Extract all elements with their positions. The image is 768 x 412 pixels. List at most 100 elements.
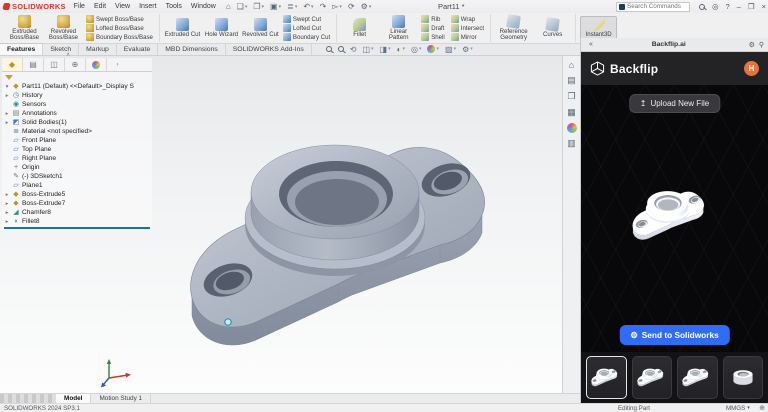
view-palette-icon[interactable]: ▦ <box>567 107 576 118</box>
tree-item-boss-extrude7[interactable]: ▸◆Boss-Extrude7 <box>2 199 152 208</box>
undo-icon[interactable]: ↶▾ <box>303 2 313 11</box>
mirror-button[interactable]: Mirror <box>449 33 486 41</box>
close-button[interactable]: × <box>762 2 766 11</box>
swept-boss-base-button[interactable]: Swept Boss/Base <box>84 15 155 23</box>
fillet-button[interactable]: Fillet <box>341 17 378 39</box>
dimxpertmanager-tab[interactable]: ⊕ <box>65 58 86 71</box>
select-icon[interactable]: ▻▾ <box>332 2 342 11</box>
avatar[interactable]: H <box>744 61 759 76</box>
search-commands-box[interactable] <box>616 2 690 12</box>
view-settings-icon[interactable]: ⚙▾ <box>462 45 473 54</box>
lofted-boss-base-button[interactable]: Lofted Boss/Base <box>84 24 155 32</box>
tags-icon[interactable]: ⊕ <box>759 404 765 412</box>
tab-features[interactable]: Features <box>0 43 43 55</box>
tab-mbd-dimensions[interactable]: MBD Dimensions <box>158 43 226 55</box>
lofted-cut-button[interactable]: Lofted Cut <box>281 24 332 32</box>
featuremanager-tab[interactable]: ◆ <box>2 58 23 71</box>
tab-motion-study-1[interactable]: Motion Study 1 <box>91 394 151 403</box>
menu-view[interactable]: View <box>115 3 130 10</box>
section-view-icon[interactable]: ◫▾ <box>362 45 373 54</box>
print-icon[interactable]: ≣▾ <box>287 2 297 11</box>
search-input[interactable] <box>627 3 685 10</box>
configurationmanager-tab[interactable]: ◫ <box>44 58 65 71</box>
boundary-boss-base-button[interactable]: Boundary Boss/Base <box>84 33 155 41</box>
redo-icon[interactable]: ↷ <box>320 2 327 11</box>
instant3d-button[interactable]: Instant3D <box>580 16 617 40</box>
units-selector[interactable]: MMGS▾ <box>726 405 750 412</box>
backflip-3d-viewer[interactable]: ↥ Upload New File ⚙ Send to Soli <box>581 85 768 352</box>
reference-geometry-button[interactable]: Reference Geometry <box>495 14 532 43</box>
minimize-button[interactable]: – <box>737 2 741 11</box>
zoom-to-area-icon[interactable] <box>338 46 344 52</box>
edit-appearance-icon[interactable]: ▾ <box>427 45 439 53</box>
user-account-icon[interactable]: ◎ <box>712 2 719 11</box>
tab-evaluate[interactable]: Evaluate <box>117 43 158 55</box>
curves-button[interactable]: Curves <box>534 17 571 39</box>
menu-tools[interactable]: Tools <box>166 3 182 10</box>
propertymanager-tab[interactable]: ▤ <box>23 58 44 71</box>
tree-item-sensors[interactable]: ◉Sensors <box>2 100 152 109</box>
save-icon[interactable]: ▣▾ <box>270 2 281 11</box>
hide-show-items-icon[interactable]: ◎▾ <box>411 45 422 54</box>
tree-item-top-plane[interactable]: ▱Top Plane <box>2 145 152 154</box>
flange-part-model[interactable] <box>152 128 562 363</box>
tree-item-annotations[interactable]: ▸▤Annotations <box>2 109 152 118</box>
menu-file[interactable]: File <box>74 3 85 10</box>
boundary-cut-button[interactable]: Boundary Cut <box>281 33 332 41</box>
menu-insert[interactable]: Insert <box>139 3 157 10</box>
rebuild-icon[interactable]: ⟳ <box>348 2 355 11</box>
backflip-model-preview[interactable] <box>623 187 723 245</box>
manager-tabs-more-icon[interactable]: › <box>107 58 128 71</box>
tab-sketch[interactable]: Sketch <box>43 43 79 55</box>
open-icon[interactable]: ❐▾ <box>253 2 264 11</box>
extruded-boss-base-button[interactable]: Extruded Boss/Base <box>6 14 43 43</box>
wrap-button[interactable]: Wrap <box>449 15 486 23</box>
options-icon[interactable]: ⚙▾ <box>361 2 372 11</box>
tree-item-3dsketch1[interactable]: ✎(-) 3DSketch1 <box>2 172 152 181</box>
rib-button[interactable]: Rib <box>419 15 447 23</box>
revolved-cut-button[interactable]: Revolved Cut <box>242 17 279 39</box>
swept-cut-button[interactable]: Swept Cut <box>281 15 332 23</box>
design-library-icon[interactable]: ▤ <box>567 75 576 86</box>
panel-settings-icon[interactable]: ⚙ <box>749 41 755 49</box>
help-icon[interactable]: ? <box>726 2 730 11</box>
tab-model[interactable]: Model <box>56 394 91 403</box>
file-explorer-icon[interactable]: ❐ <box>567 91 575 102</box>
home-icon[interactable]: ⌂ <box>226 2 231 11</box>
send-to-solidworks-button[interactable]: ⚙ Send to Solidworks <box>619 325 729 345</box>
tree-item-right-plane[interactable]: ▱Right Plane <box>2 154 152 163</box>
solidworks-resources-icon[interactable]: ⌂ <box>569 60 574 70</box>
draft-button[interactable]: Draft <box>419 24 447 32</box>
tree-item-plane1[interactable]: ▱Plane1 <box>2 181 152 190</box>
upload-new-file-button[interactable]: ↥ Upload New File <box>629 94 720 113</box>
tree-item-solid-bodies[interactable]: ▸◩Solid Bodies(1) <box>2 118 152 127</box>
intersect-button[interactable]: Intersect <box>449 24 486 32</box>
displaymanager-tab[interactable] <box>86 58 107 71</box>
tree-item-material[interactable]: ≣Material <not specified> <box>2 127 152 136</box>
tree-item-history[interactable]: ▸◷History <box>2 91 152 100</box>
extruded-cut-button[interactable]: Extruded Cut <box>164 17 201 39</box>
revolved-boss-base-button[interactable]: Revolved Boss/Base <box>45 14 82 43</box>
tree-item-boss-extrude5[interactable]: ▸◆Boss-Extrude5 <box>2 190 152 199</box>
appearances-scenes-icon[interactable] <box>567 123 577 133</box>
tree-item-chamfer8[interactable]: ▸◢Chamfer8 <box>2 208 152 217</box>
tree-root[interactable]: ▾ ◆ Part11 (Default) <<Default>_Display … <box>2 82 152 91</box>
linear-pattern-button[interactable]: Linear Pattern <box>380 14 417 43</box>
thumbnail-view-1[interactable] <box>586 356 627 399</box>
tab-solidworks-addins[interactable]: SOLIDWORKS Add-Ins <box>226 43 312 55</box>
new-document-icon[interactable]: ❏▾ <box>237 2 248 11</box>
thumbnail-view-2[interactable] <box>632 356 673 399</box>
tree-item-fillet8[interactable]: ▸◗Fillet8 <box>2 217 152 226</box>
tree-collapse-icon[interactable]: ∧ <box>66 51 70 58</box>
apply-scene-icon[interactable]: ▨▾ <box>445 45 456 54</box>
thumbnail-view-4[interactable] <box>723 356 764 399</box>
previous-view-icon[interactable]: ⟲ <box>350 45 357 54</box>
filter-icon[interactable] <box>5 75 13 80</box>
view-orientation-icon[interactable]: ◨▾ <box>380 45 391 54</box>
hole-wizard-button[interactable]: Hole Wizard <box>203 17 240 39</box>
panel-pin-icon[interactable]: ⚲ <box>759 41 764 49</box>
thumbnail-view-3[interactable] <box>677 356 718 399</box>
custom-properties-icon[interactable]: ▥ <box>567 138 576 149</box>
tree-item-front-plane[interactable]: ▱Front Plane <box>2 136 152 145</box>
tree-item-origin[interactable]: +Origin <box>2 163 152 172</box>
